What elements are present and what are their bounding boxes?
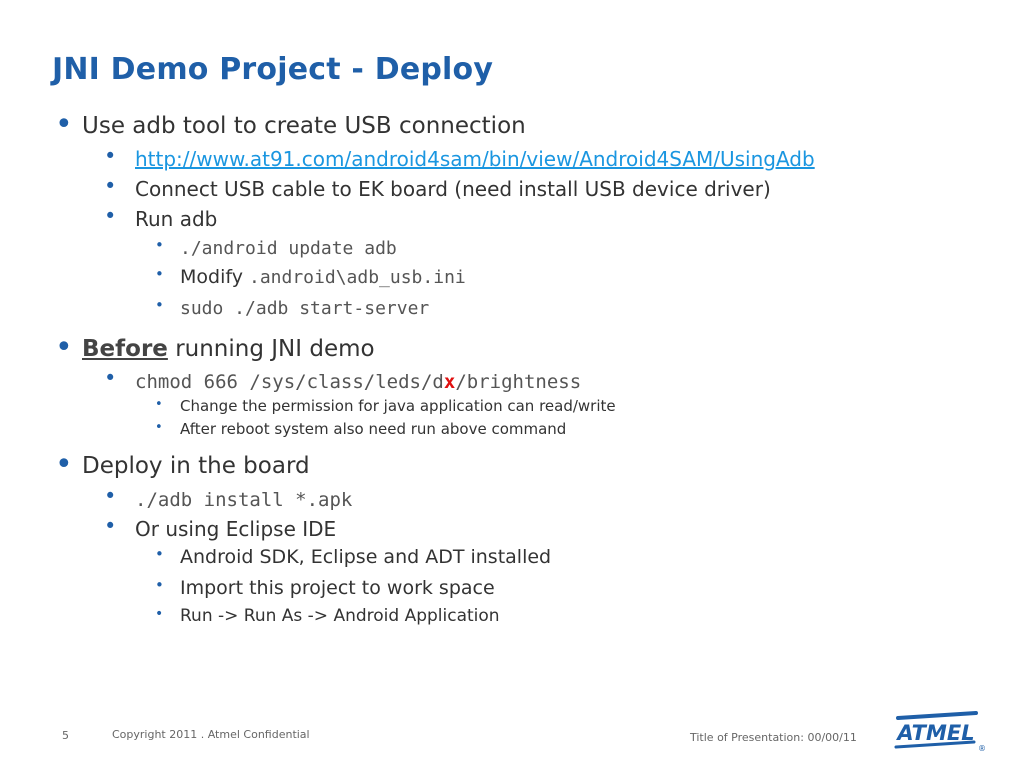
bullet-deploy-board: • Deploy in the board [55, 447, 310, 482]
atmel-logo-icon: ATMEL ® [894, 711, 986, 753]
code-text: /brightness [455, 371, 582, 393]
bullet-text: Or using Eclipse IDE [135, 517, 337, 541]
bullet-dot-icon: • [104, 174, 117, 198]
highlighted-x: x [443, 371, 456, 393]
page-number: 5 [62, 729, 69, 742]
bullet-android-update: • ./android update adb [155, 236, 397, 259]
using-adb-link[interactable]: http://www.at91.com/android4sam/bin/view… [135, 147, 815, 171]
bullet-dot-icon: • [155, 545, 164, 563]
bullet-adb-link: • http://www.at91.com/android4sam/bin/vi… [104, 144, 815, 171]
bullet-dot-icon: • [155, 576, 164, 594]
bullet-text: Android SDK, Eclipse and ADT installed [180, 546, 552, 568]
bullet-adb-install: • ./adb install *.apk [104, 484, 353, 511]
presentation-title: Title of Presentation: 00/00/11 [690, 731, 857, 744]
bullet-text: Connect USB cable to EK board (need inst… [135, 177, 771, 201]
code-text: ./adb install *.apk [135, 489, 353, 511]
bullet-start-server: • sudo ./adb start-server [155, 296, 430, 319]
code-text: sudo ./adb start-server [180, 298, 430, 319]
bullet-text: Change the permission for java applicati… [180, 397, 616, 415]
bullet-before-running: • Before running JNI demo [55, 330, 375, 365]
bullet-eclipse-ide: • Or using Eclipse IDE [104, 514, 337, 541]
bullet-dot-icon: • [55, 107, 73, 142]
bullet-text: Deploy in the board [82, 453, 310, 479]
copyright-text: Copyright 2011 . Atmel Confidential [112, 728, 310, 741]
bullet-dot-icon: • [155, 236, 164, 254]
slide-title: JNI Demo Project - Deploy [52, 52, 494, 87]
bullet-dot-icon: • [104, 144, 117, 168]
bullet-sdk-installed: • Android SDK, Eclipse and ADT installed [155, 545, 552, 568]
logo-wordmark: ATMEL [895, 721, 974, 745]
bullet-modify-ini: • Modify .android\adb_usb.ini [155, 265, 466, 288]
bullet-text: Use adb tool to create USB connection [82, 113, 526, 139]
bullet-dot-icon: • [155, 397, 163, 412]
atmel-logo: ATMEL ® [890, 707, 986, 755]
code-text: chmod 666 /sys/class/leds/d [135, 371, 444, 393]
bold-before: Before [82, 336, 168, 362]
bullet-text: Run adb [135, 207, 218, 231]
bullet-dot-icon: • [104, 366, 117, 390]
bullet-text: running JNI demo [167, 336, 375, 362]
code-text: .android\adb_usb.ini [249, 267, 466, 288]
bullet-connect-usb: • Connect USB cable to EK board (need in… [104, 174, 771, 201]
bullet-text: After reboot system also need run above … [180, 420, 567, 438]
bullet-dot-icon: • [104, 204, 117, 228]
bullet-dot-icon: • [155, 265, 164, 283]
bullet-dot-icon: • [104, 514, 117, 538]
bullet-chmod: • chmod 666 /sys/class/leds/dx/brightnes… [104, 366, 582, 393]
bullet-dot-icon: • [55, 330, 73, 365]
bullet-text: Run -> Run As -> Android Application [180, 606, 500, 626]
bullet-import-project: • Import this project to work space [155, 576, 495, 599]
bullet-text: Modify [180, 266, 249, 288]
bullet-dot-icon: • [155, 296, 164, 314]
logo-registered-mark: ® [978, 744, 986, 753]
bullet-run-as: • Run -> Run As -> Android Application [155, 606, 500, 626]
bullet-use-adb: • Use adb tool to create USB connection [55, 107, 526, 142]
bullet-run-adb: • Run adb [104, 204, 218, 231]
bullet-after-reboot: • After reboot system also need run abov… [155, 420, 567, 438]
bullet-dot-icon: • [155, 420, 163, 435]
bullet-dot-icon: • [155, 606, 164, 622]
bullet-text: Import this project to work space [180, 577, 495, 599]
bullet-dot-icon: • [104, 484, 117, 508]
code-text: ./android update adb [180, 238, 397, 259]
bullet-change-permission: • Change the permission for java applica… [155, 397, 616, 415]
bullet-dot-icon: • [55, 447, 73, 482]
